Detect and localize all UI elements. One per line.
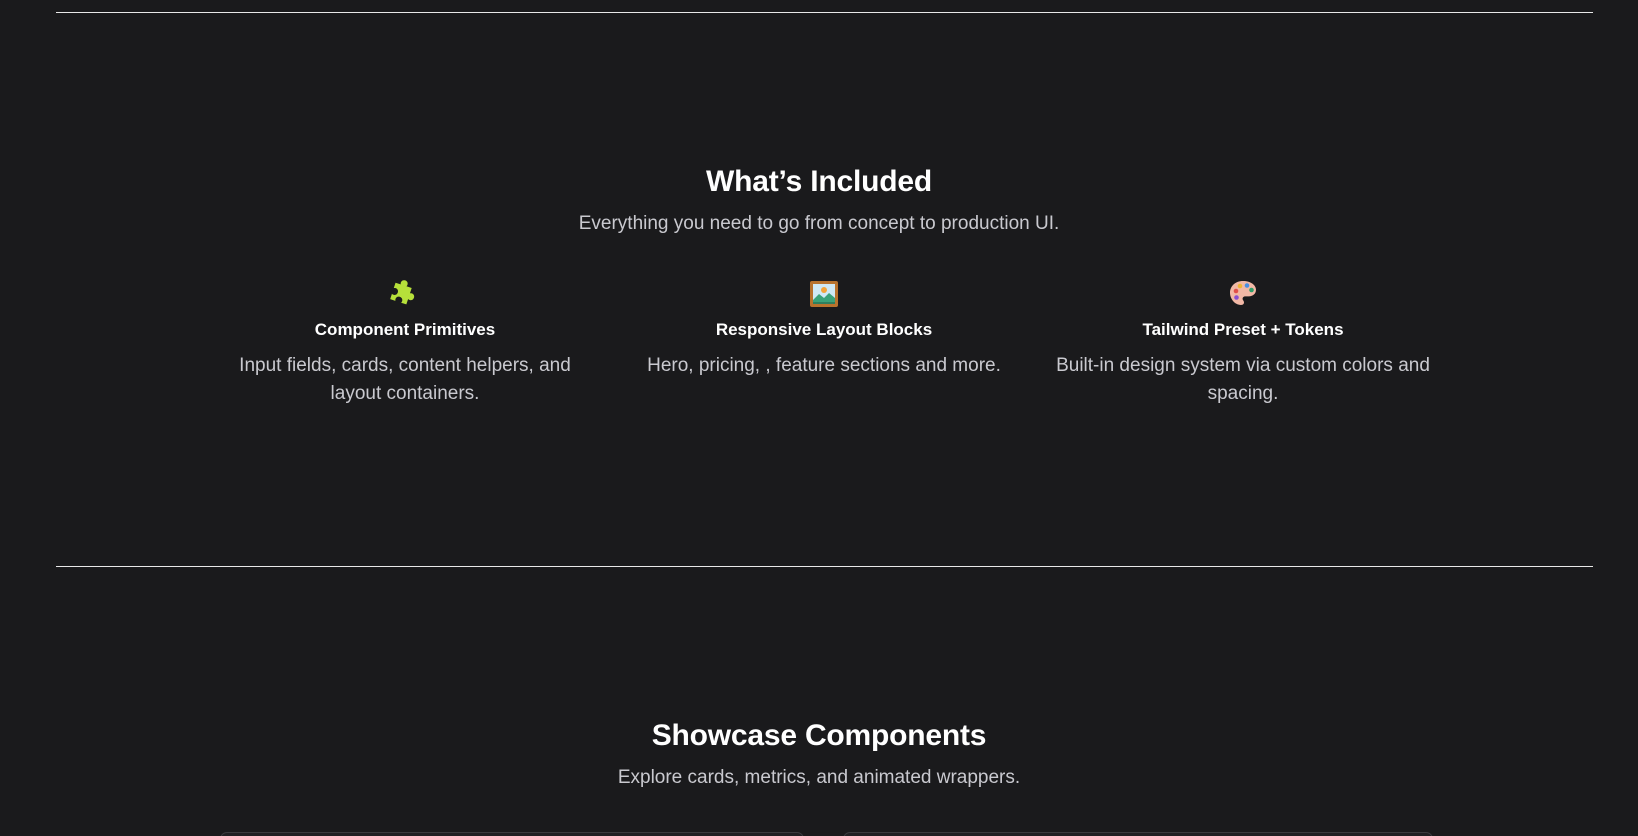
feature-title: Component Primitives (314, 320, 496, 339)
feature-description: Built-in design system via custom colors… (1056, 355, 1430, 404)
feature-title: Responsive Layout Blocks (715, 320, 933, 339)
section-title: What’s Included (706, 165, 932, 198)
feature-card-component-primitives: Component Primitives Input fields, cards… (205, 278, 605, 408)
section-subtitle: Everything you need to go from concept t… (578, 213, 1060, 234)
section-title: Showcase Components (651, 719, 987, 752)
feature-description: Hero, pricing, , feature sections and mo… (647, 355, 1001, 376)
feature-card-tailwind-preset-tokens: Tailwind Preset + Tokens Built-in design… (1043, 278, 1443, 408)
feature-list: Component Primitives Input fields, cards… (0, 278, 1638, 438)
section-subtitle: Explore cards, metrics, and animated wra… (617, 767, 1021, 788)
feature-description: Input fields, cards, content helpers, an… (239, 355, 571, 404)
showcase-card (220, 832, 804, 836)
feature-card-responsive-layout-blocks: Responsive Layout Blocks Hero, pricing, … (624, 278, 1024, 380)
palette-icon (1230, 281, 1256, 305)
showcase-card (843, 832, 1433, 836)
page: What’s Included Everything you need to g… (0, 0, 1638, 836)
section-divider (56, 566, 1593, 567)
feature-title: Tailwind Preset + Tokens (1142, 320, 1344, 339)
framed-picture-icon (810, 281, 838, 307)
section-divider-top (56, 12, 1593, 13)
puzzle-icon (390, 280, 415, 305)
